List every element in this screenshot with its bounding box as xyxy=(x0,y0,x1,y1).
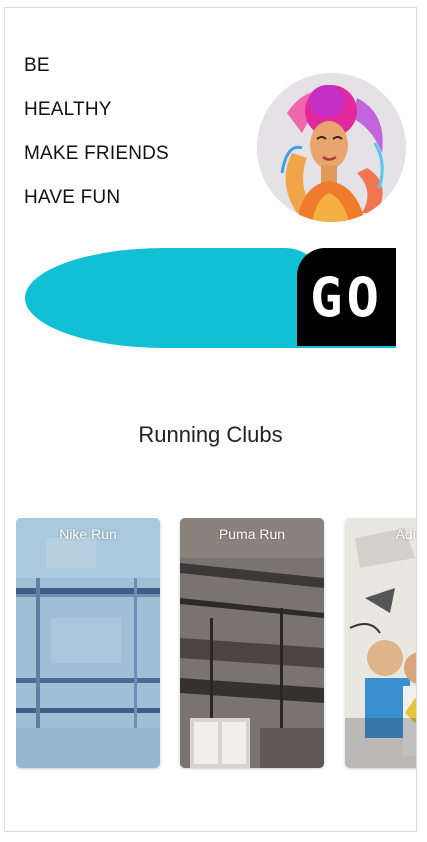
go-bar: GO xyxy=(25,248,396,348)
club-label: Adidas xyxy=(395,526,416,542)
avatar-portrait-image xyxy=(257,73,406,222)
club-label: Nike Run xyxy=(59,526,117,542)
go-bar-accent-shape xyxy=(25,248,325,348)
tagline-make-friends: MAKE FRIENDS xyxy=(24,143,169,164)
club-card-image xyxy=(180,518,324,768)
running-clubs-carousel[interactable]: Nike Run Puma Run Adi xyxy=(16,518,416,770)
club-card-image xyxy=(16,518,160,768)
go-button[interactable]: GO xyxy=(297,248,396,348)
club-card-image xyxy=(345,518,416,768)
tagline-list: BE HEALTHY MAKE FRIENDS HAVE FUN xyxy=(24,44,169,220)
section-title-running-clubs: Running Clubs xyxy=(138,422,283,447)
club-label: Puma Run xyxy=(218,526,286,542)
club-card-puma-run[interactable]: Puma Run xyxy=(180,518,324,768)
tagline-be: BE xyxy=(24,55,50,76)
tagline-have-fun: HAVE FUN xyxy=(24,187,121,208)
avatar[interactable] xyxy=(257,73,406,222)
app-screen: BE HEALTHY MAKE FRIENDS HAVE FUN GO Runn… xyxy=(4,7,417,832)
tagline-healthy: HEALTHY xyxy=(24,99,112,120)
club-card-adidas[interactable]: Adidas xyxy=(345,518,416,768)
club-card-nike-run[interactable]: Nike Run xyxy=(16,518,160,768)
